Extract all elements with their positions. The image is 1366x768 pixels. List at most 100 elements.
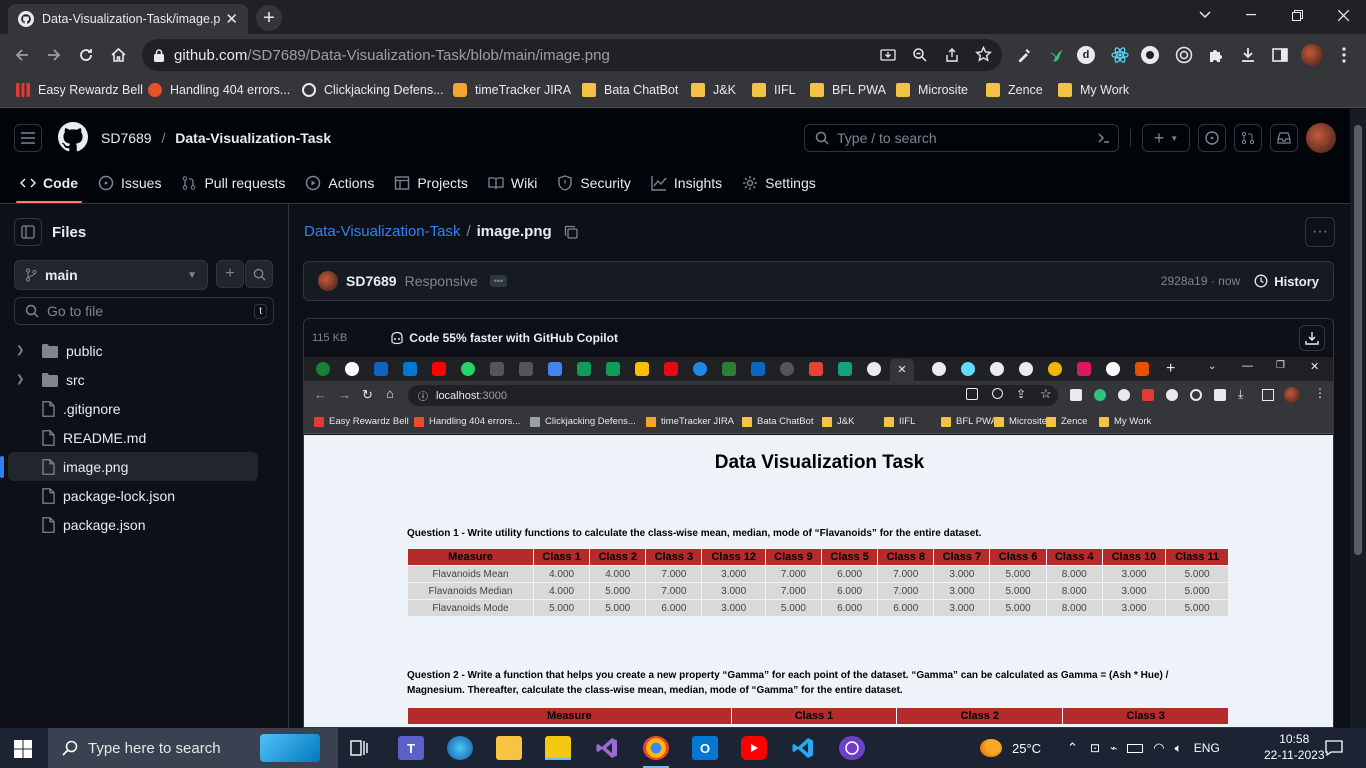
tree-file[interactable]: .gitignore bbox=[8, 394, 258, 423]
download-button[interactable] bbox=[1299, 325, 1325, 351]
bookmark-item[interactable]: Easy Rewardz Bell bbox=[16, 83, 143, 97]
restore-button[interactable] bbox=[1274, 0, 1320, 30]
repo-link[interactable]: Data-Visualization-Task bbox=[175, 130, 331, 146]
tree-file[interactable]: README.md bbox=[8, 423, 258, 452]
zoom-icon[interactable] bbox=[912, 47, 928, 63]
color-picker-extension-icon[interactable] bbox=[1013, 44, 1035, 66]
tree-file[interactable]: image.png bbox=[0, 452, 258, 481]
tree-file[interactable]: package.json bbox=[8, 510, 258, 539]
add-file-button[interactable]: + bbox=[216, 260, 244, 288]
tab-insights[interactable]: Insights bbox=[641, 167, 732, 199]
tab-wiki[interactable]: Wiki bbox=[478, 167, 547, 199]
author-avatar[interactable] bbox=[318, 271, 338, 291]
github-desktop-icon[interactable] bbox=[839, 736, 865, 760]
taskbar-search-input[interactable]: Type here to search bbox=[48, 728, 338, 768]
copilot-promo-link[interactable]: Code 55% faster with GitHub Copilot bbox=[389, 331, 618, 345]
clock[interactable]: 10:58 22-11-2023 bbox=[1264, 731, 1325, 763]
inbox-icon[interactable] bbox=[1270, 124, 1298, 152]
weather-icon[interactable] bbox=[980, 739, 1002, 757]
side-panel-icon[interactable] bbox=[1269, 44, 1291, 66]
pull-requests-icon[interactable] bbox=[1234, 124, 1262, 152]
youtube-icon[interactable] bbox=[741, 736, 767, 760]
history-button[interactable]: History bbox=[1254, 274, 1319, 289]
bookmark-item[interactable]: timeTracker JIRA bbox=[453, 83, 571, 97]
volume-icon[interactable]: 🔈︎ bbox=[1175, 741, 1182, 756]
go-to-file-input[interactable]: Go to file t bbox=[14, 297, 274, 325]
commit-message[interactable]: Responsive bbox=[405, 273, 478, 289]
search-input[interactable]: Type / to search bbox=[804, 124, 1119, 152]
search-files-button[interactable] bbox=[245, 260, 273, 288]
tab-actions[interactable]: Actions bbox=[295, 167, 384, 199]
collapse-sidebar-icon[interactable] bbox=[14, 218, 42, 246]
home-button[interactable] bbox=[106, 43, 130, 67]
sticky-notes-icon[interactable] bbox=[545, 736, 571, 760]
bookmark-item[interactable]: Clickjacking Defens... bbox=[302, 83, 444, 97]
bookmark-folder[interactable]: Microsite bbox=[896, 83, 968, 97]
weather-temp[interactable]: 25°C bbox=[1012, 741, 1041, 756]
visual-studio-icon[interactable] bbox=[594, 736, 620, 760]
downloads-icon[interactable] bbox=[1237, 44, 1259, 66]
tab-projects[interactable]: Projects bbox=[384, 167, 478, 199]
notifications-icon[interactable] bbox=[1325, 740, 1343, 756]
react-devtools-icon[interactable] bbox=[1109, 44, 1131, 66]
windows-start-icon[interactable] bbox=[14, 740, 32, 758]
task-view-icon[interactable] bbox=[346, 736, 372, 760]
tab-settings[interactable]: Settings bbox=[732, 167, 826, 199]
address-bar[interactable]: github.com/SD7689/Data-Visualization-Tas… bbox=[142, 39, 1002, 71]
tab-code[interactable]: Code bbox=[10, 167, 88, 203]
tab-security[interactable]: Security bbox=[547, 167, 641, 199]
reload-button[interactable] bbox=[74, 43, 98, 67]
copy-path-icon[interactable] bbox=[564, 225, 578, 239]
bookmark-folder[interactable]: J&K bbox=[691, 83, 736, 97]
user-avatar[interactable] bbox=[1306, 123, 1336, 153]
minimize-button[interactable] bbox=[1228, 0, 1274, 30]
bookmark-folder[interactable]: My Work bbox=[1058, 83, 1129, 97]
forward-button[interactable] bbox=[42, 43, 66, 67]
close-window-button[interactable] bbox=[1320, 0, 1366, 30]
extensions-puzzle-icon[interactable] bbox=[1205, 44, 1227, 66]
file-explorer-icon[interactable] bbox=[496, 736, 522, 760]
menu-button[interactable] bbox=[14, 124, 42, 152]
branch-selector[interactable]: main ▼ bbox=[14, 260, 208, 290]
language-indicator[interactable]: ENG bbox=[1194, 741, 1220, 755]
tree-folder[interactable]: ❯ src bbox=[8, 365, 258, 394]
commit-hash-time[interactable]: 2928a19 · now bbox=[1161, 274, 1240, 288]
tab-issues[interactable]: Issues bbox=[88, 167, 171, 199]
github-logo-icon[interactable] bbox=[58, 122, 88, 152]
owner-link[interactable]: SD7689 bbox=[101, 130, 152, 146]
browser-tab-active[interactable]: Data-Visualization-Task/image.p ✕ bbox=[8, 4, 248, 34]
back-button[interactable] bbox=[10, 43, 34, 67]
more-options-button[interactable]: ··· bbox=[1305, 217, 1335, 247]
vscode-icon[interactable] bbox=[790, 736, 816, 760]
commit-author[interactable]: SD7689 bbox=[346, 273, 397, 289]
chrome-menu-icon[interactable] bbox=[1333, 44, 1355, 66]
bookmark-folder[interactable]: IIFL bbox=[752, 83, 796, 97]
battery-icon[interactable] bbox=[1127, 743, 1144, 753]
repo-root-link[interactable]: Data-Visualization-Task bbox=[304, 223, 460, 240]
bookmark-item[interactable]: Handling 404 errors... bbox=[148, 83, 290, 97]
share-icon[interactable] bbox=[944, 47, 960, 63]
tab-close-icon[interactable]: ✕ bbox=[225, 10, 238, 28]
chrome-icon[interactable] bbox=[643, 736, 669, 768]
d-extension-icon[interactable]: d bbox=[1077, 46, 1095, 64]
edge-icon[interactable] bbox=[447, 736, 473, 760]
bookmark-star-icon[interactable] bbox=[975, 46, 992, 63]
tree-folder[interactable]: ❯ public bbox=[8, 336, 258, 365]
new-tab-button[interactable]: + bbox=[256, 5, 282, 31]
bookmark-folder[interactable]: Zence bbox=[986, 83, 1043, 97]
command-palette-icon[interactable] bbox=[1096, 130, 1112, 146]
scrollbar-thumb[interactable] bbox=[1354, 125, 1362, 555]
tray-app-icon[interactable]: ⊡ bbox=[1090, 741, 1100, 755]
page-scrollbar[interactable] bbox=[1350, 109, 1366, 728]
issues-icon[interactable] bbox=[1198, 124, 1226, 152]
tab-search-chevron-icon[interactable] bbox=[1182, 0, 1228, 30]
tray-chevron-icon[interactable]: ⌃ bbox=[1067, 740, 1078, 756]
expand-commit-button[interactable]: ••• bbox=[489, 275, 508, 287]
install-app-icon[interactable] bbox=[880, 47, 896, 63]
target-extension-icon[interactable] bbox=[1173, 44, 1195, 66]
create-new-button[interactable]: + ▼ bbox=[1142, 124, 1190, 152]
tree-file[interactable]: package-lock.json bbox=[8, 481, 258, 510]
profile-avatar[interactable] bbox=[1301, 44, 1323, 66]
wifi-icon[interactable]: ◠ bbox=[1153, 740, 1164, 756]
bookmark-folder[interactable]: Bata ChatBot bbox=[582, 83, 678, 97]
